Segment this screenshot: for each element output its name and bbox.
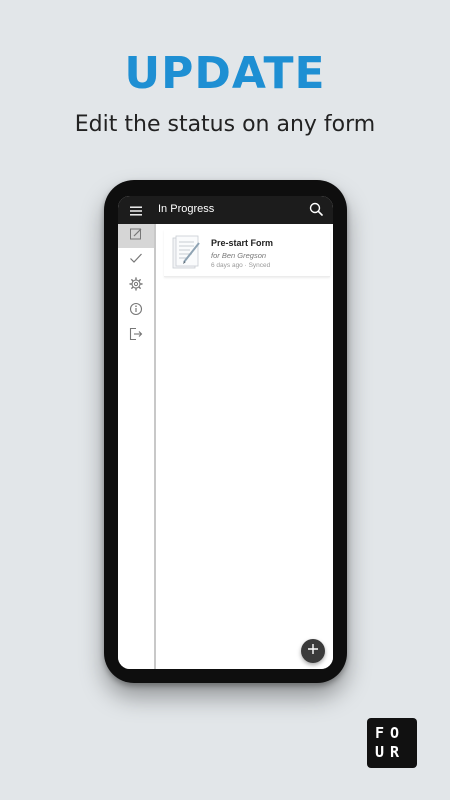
edit-icon — [129, 227, 143, 246]
sidebar-item-logout[interactable] — [118, 324, 154, 348]
logo-text-bottom: UR — [375, 743, 406, 761]
promo-subheadline: Edit the status on any form — [74, 112, 376, 137]
search-icon[interactable] — [309, 202, 323, 216]
hamburger-menu-icon[interactable] — [130, 204, 142, 216]
logout-icon — [129, 327, 143, 346]
brand-logo: FO UR — [367, 718, 417, 768]
document-thumbnail-icon — [170, 234, 202, 272]
checkmark-icon — [129, 251, 143, 270]
list-item[interactable]: Pre-start Form for Ben Gregson 6 days ag… — [164, 230, 330, 277]
sidebar-item-info[interactable] — [118, 299, 154, 323]
app-bar: In Progress — [118, 196, 333, 224]
info-icon — [129, 302, 143, 321]
form-assignee: for Ben Gregson — [211, 251, 267, 260]
app-bar-title: In Progress — [158, 203, 215, 215]
form-sync-status: 6 days ago · Synced — [211, 262, 271, 269]
plus-icon — [307, 642, 319, 660]
phone-screen: In Progress Pre-start Form for Ben Gregs… — [118, 196, 333, 669]
logo-text-top: FO — [375, 724, 406, 742]
gear-icon — [129, 276, 143, 296]
sidebar-item-in-progress[interactable] — [118, 224, 154, 248]
form-title: Pre-start Form — [211, 238, 274, 248]
sidebar-item-settings[interactable] — [118, 274, 154, 298]
sidebar-item-completed[interactable] — [118, 248, 154, 272]
sidebar-rail — [118, 224, 156, 669]
add-form-button[interactable] — [301, 639, 325, 663]
promo-headline: UPDATE — [124, 48, 326, 99]
forms-list: Pre-start Form for Ben Gregson 6 days ag… — [156, 224, 333, 669]
